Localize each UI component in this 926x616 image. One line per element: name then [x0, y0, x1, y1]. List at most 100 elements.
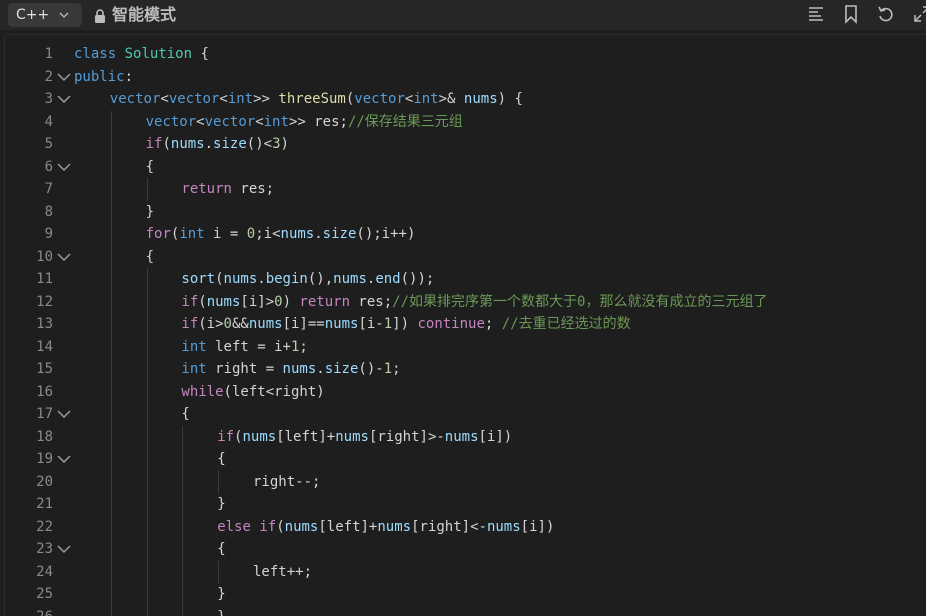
- fold-chevron-icon[interactable]: [57, 408, 71, 420]
- indent-guide: [182, 606, 183, 616]
- code-token: (: [215, 271, 223, 287]
- code-token: nums: [285, 519, 319, 535]
- indent-guide: [182, 471, 183, 494]
- code-token: {: [217, 541, 225, 557]
- code-line[interactable]: 6{: [5, 156, 926, 178]
- code-text: left++;: [253, 561, 312, 583]
- indent-guide: [182, 561, 183, 584]
- line-number: 5: [5, 133, 53, 155]
- line-number: 10: [5, 246, 53, 268]
- fold-chevron-icon[interactable]: [57, 251, 71, 263]
- code-text: int right = nums.size()-1;: [181, 358, 400, 380]
- code-line[interactable]: 4vector<vector<int>> res;//保存结果三元组: [5, 111, 926, 133]
- code-line[interactable]: 22else if(nums[left]+nums[right]<-nums[i…: [5, 516, 926, 538]
- line-number: 2: [5, 66, 53, 88]
- code-token: [left]+: [318, 519, 377, 535]
- code-line[interactable]: 7return res;: [5, 178, 926, 200]
- code-line[interactable]: 5if(nums.size()<3): [5, 133, 926, 155]
- code-token: (: [198, 294, 206, 310]
- indent-guide: [111, 133, 112, 156]
- indent-guide: [182, 426, 183, 449]
- code-text: }: [217, 493, 225, 515]
- indent-guide: [111, 178, 112, 201]
- code-line[interactable]: 23{: [5, 538, 926, 560]
- indent-guide: [111, 223, 112, 246]
- code-line[interactable]: 10 {: [5, 246, 926, 268]
- code-token: public: [74, 69, 125, 85]
- code-token: ;: [299, 339, 307, 355]
- code-editor[interactable]: 1class Solution {2public:3vector<vector<…: [4, 34, 926, 616]
- expand-icon[interactable]: [912, 4, 926, 24]
- code-token: nums: [487, 519, 521, 535]
- code-line[interactable]: 26}: [5, 606, 926, 616]
- code-text: return res;: [181, 178, 274, 200]
- code-token: {: [146, 249, 154, 265]
- code-line[interactable]: 21}: [5, 493, 926, 515]
- fold-chevron-icon[interactable]: [57, 71, 71, 83]
- code-line[interactable]: 2public:: [5, 66, 926, 88]
- code-token: res;: [232, 181, 274, 197]
- indent-guide: [147, 538, 148, 561]
- code-token: nums: [224, 271, 258, 287]
- indent-guide: [111, 246, 112, 269]
- code-token: <: [160, 91, 168, 107]
- indent-guide: [147, 561, 148, 584]
- code-token: &&: [232, 316, 249, 332]
- code-line[interactable]: 15int right = nums.size()-1;: [5, 358, 926, 380]
- code-token: nums: [377, 519, 411, 535]
- code-token: res;: [350, 294, 392, 310]
- indent-guide: [111, 111, 112, 134]
- code-line[interactable]: 13if(i>0&&nums[i]==nums[i-1]) continue; …: [5, 313, 926, 335]
- code-line[interactable]: 19{: [5, 448, 926, 470]
- fold-chevron-icon[interactable]: [57, 93, 71, 105]
- code-token: threeSum: [278, 91, 345, 107]
- smart-mode-toggle[interactable]: 智能模式: [94, 4, 176, 26]
- fold-chevron-icon[interactable]: [57, 543, 71, 555]
- code-token: }: [146, 204, 154, 220]
- code-token: vector: [146, 114, 197, 130]
- code-token: nums: [207, 294, 241, 310]
- code-line[interactable]: 17{: [5, 403, 926, 425]
- language-selector[interactable]: C++: [8, 3, 82, 27]
- code-token: (: [162, 136, 170, 152]
- code-token: size: [213, 136, 247, 152]
- code-line[interactable]: 9for(int i = 0;i<nums.size();i++): [5, 223, 926, 245]
- code-line[interactable]: 25}: [5, 583, 926, 605]
- code-text: vector<vector<int>> threeSum(vector<int>…: [110, 88, 523, 110]
- indent-guide: [182, 493, 183, 516]
- editor-toolbar: C++ 智能模式: [0, 0, 926, 30]
- indent-guide: [147, 516, 148, 539]
- code-line[interactable]: 20right--;: [5, 471, 926, 493]
- fold-chevron-icon[interactable]: [57, 161, 71, 173]
- code-token: ();i++): [356, 226, 415, 242]
- code-line[interactable]: 1class Solution {: [5, 43, 926, 65]
- code-token: left++;: [253, 564, 312, 580]
- indent-guide: [182, 538, 183, 561]
- code-line[interactable]: 18if(nums[left]+nums[right]>-nums[i]): [5, 426, 926, 448]
- code-line[interactable]: 8}: [5, 201, 926, 223]
- fold-chevron-icon[interactable]: [57, 453, 71, 465]
- code-line[interactable]: 11sort(nums.begin(),nums.end());: [5, 268, 926, 290]
- indent-guide: [111, 583, 112, 606]
- code-text: if(i>0&&nums[i]==nums[i-1]) continue; //…: [181, 313, 630, 335]
- code-token: .: [205, 136, 213, 152]
- code-text: {: [217, 538, 225, 560]
- line-number: 26: [5, 606, 53, 616]
- indent-guide: [111, 358, 112, 381]
- indent-guide: [111, 381, 112, 404]
- code-token: int: [264, 114, 289, 130]
- code-line[interactable]: 14int left = i+1;: [5, 336, 926, 358]
- code-token: 3: [272, 136, 280, 152]
- code-line[interactable]: 16while(left<right): [5, 381, 926, 403]
- lock-icon: [94, 9, 106, 23]
- code-line[interactable]: 24left++;: [5, 561, 926, 583]
- format-icon[interactable]: [806, 4, 826, 24]
- code-line[interactable]: 3vector<vector<int>> threeSum(vector<int…: [5, 88, 926, 110]
- code-token: int: [181, 339, 206, 355]
- indent-guide: [111, 291, 112, 314]
- code-text: if(nums.size()<3): [146, 133, 289, 155]
- bookmark-icon[interactable]: [841, 4, 861, 24]
- code-line[interactable]: 12if(nums[i]>0) return res;//如果排完序第一个数都大…: [5, 291, 926, 313]
- code-token: >>: [253, 91, 278, 107]
- undo-icon[interactable]: [876, 4, 896, 24]
